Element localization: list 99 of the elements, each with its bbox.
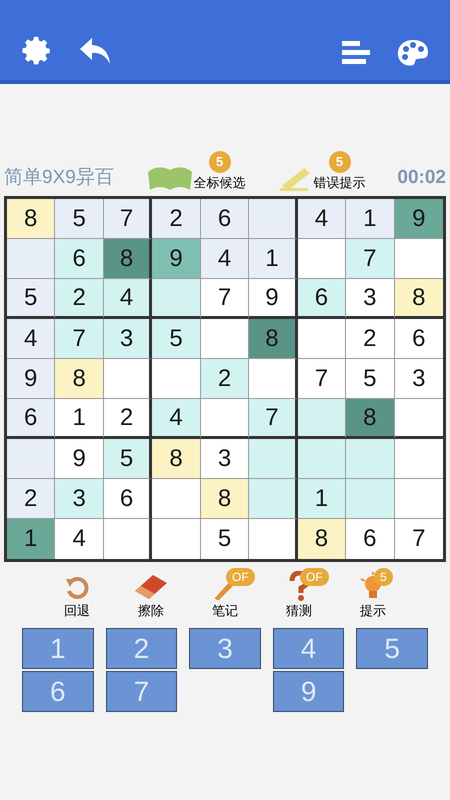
grid-cell[interactable]: 5 (152, 319, 201, 359)
grid-cell[interactable]: 6 (104, 479, 152, 519)
grid-cell[interactable]: 6 (55, 239, 104, 279)
grid-cell[interactable]: 8 (394, 279, 443, 319)
grid-cell[interactable]: 3 (200, 439, 250, 479)
grid-cell[interactable]: 8 (55, 359, 104, 399)
grid-cell[interactable]: 7 (104, 199, 152, 239)
count-badge: 5 (208, 150, 231, 172)
undo-icon (64, 574, 90, 600)
grid-cell[interactable]: 7 (394, 519, 443, 559)
grid-cell[interactable] (7, 239, 56, 279)
grid-cell[interactable]: 1 (298, 479, 346, 519)
grid-cell[interactable]: 2 (200, 359, 250, 399)
grid-cell[interactable]: 8 (298, 519, 346, 559)
grid-cell[interactable]: 7 (298, 359, 346, 399)
grid-cell[interactable] (249, 519, 298, 559)
grid-cell[interactable]: 4 (200, 239, 250, 279)
status-badge: OF (300, 568, 329, 586)
grid-cell[interactable]: 2 (104, 399, 152, 439)
grid-cell[interactable]: 3 (346, 279, 395, 319)
grid-cell[interactable]: 6 (346, 519, 395, 559)
grid-cell[interactable] (152, 279, 201, 319)
grid-cell[interactable] (200, 319, 250, 359)
puzzle-title: 简单9X9异百 (4, 166, 114, 190)
grid-cell[interactable]: 8 (104, 239, 152, 279)
grid-cell[interactable] (394, 479, 443, 519)
grid-cell[interactable]: 7 (346, 239, 395, 279)
grid-cell[interactable]: 9 (249, 279, 298, 319)
grid-cell[interactable] (298, 399, 346, 439)
tool-button[interactable]: 5 提示 (336, 570, 410, 620)
grid-cell[interactable]: 8 (249, 319, 298, 359)
tool-button[interactable]: OF 笔记 (188, 570, 262, 620)
grid-cell[interactable]: 5 (200, 519, 250, 559)
tool-button[interactable]: 回退 (40, 570, 114, 620)
grid-cell[interactable]: 3 (104, 319, 152, 359)
grid-cell[interactable]: 1 (7, 519, 56, 559)
grid-cell[interactable]: 8 (152, 439, 201, 479)
status-badge: OF (226, 568, 255, 586)
grid-cell[interactable] (346, 479, 395, 519)
grid-cell[interactable]: 4 (7, 319, 56, 359)
grid-cell[interactable] (394, 439, 443, 479)
grid-cell[interactable]: 4 (298, 199, 346, 239)
grid-cell[interactable]: 8 (7, 199, 56, 239)
grid-cell[interactable]: 5 (346, 359, 395, 399)
grid-cell[interactable]: 1 (55, 399, 104, 439)
timer: 00:02 (397, 166, 446, 190)
grid-cell[interactable]: 5 (104, 439, 152, 479)
bars-icon[interactable] (340, 39, 372, 67)
tool-label[interactable]: 全标候选 (194, 172, 246, 192)
grid-cell[interactable] (200, 399, 250, 439)
status-badge: 5 (374, 568, 393, 586)
grid-cell[interactable] (7, 439, 56, 479)
grid-cell[interactable]: 8 (200, 479, 250, 519)
grid-cell[interactable] (298, 319, 346, 359)
grid-cell[interactable]: 2 (152, 199, 201, 239)
grid-cell[interactable]: 9 (394, 199, 443, 239)
grid-cell[interactable]: 2 (7, 479, 56, 519)
grid-cell[interactable]: 4 (104, 279, 152, 319)
grid-cell[interactable] (249, 199, 298, 239)
back-arrow-icon[interactable] (78, 36, 112, 66)
grid-cell[interactable] (249, 479, 298, 519)
grid-cell[interactable] (152, 359, 201, 399)
grid-cell[interactable] (298, 239, 346, 279)
grid-cell[interactable]: 1 (346, 199, 395, 239)
grid-cell[interactable]: 4 (152, 399, 201, 439)
grid-cell[interactable]: 1 (249, 239, 298, 279)
palette-icon[interactable] (396, 38, 430, 68)
grid-cell[interactable]: 9 (55, 439, 104, 479)
grid-cell[interactable] (394, 239, 443, 279)
grid-cell[interactable] (152, 479, 201, 519)
grid-cell[interactable] (152, 519, 201, 559)
grid-cell[interactable]: 7 (200, 279, 250, 319)
tool-button[interactable]: OF 猜测 (262, 570, 336, 620)
grid-cell[interactable]: 7 (55, 319, 104, 359)
grid-cell[interactable] (249, 439, 298, 479)
grid-cell[interactable]: 2 (346, 319, 395, 359)
grid-cell[interactable]: 6 (298, 279, 346, 319)
grid-cell[interactable]: 4 (55, 519, 104, 559)
tool-button[interactable]: 擦除 (114, 570, 188, 620)
grid-cell[interactable]: 6 (200, 199, 250, 239)
grid-cell[interactable]: 9 (7, 359, 56, 399)
grid-cell[interactable]: 7 (249, 399, 298, 439)
grid-cell[interactable] (394, 399, 443, 439)
grid-cell[interactable]: 8 (346, 399, 395, 439)
tool-label[interactable]: 错误提示 (314, 172, 366, 192)
grid-cell[interactable]: 3 (394, 359, 443, 399)
grid-cell[interactable]: 9 (152, 239, 201, 279)
grid-cell[interactable]: 6 (394, 319, 443, 359)
grid-cell[interactable]: 6 (7, 399, 56, 439)
grid-cell[interactable]: 5 (55, 199, 104, 239)
grid-cell[interactable]: 3 (55, 479, 104, 519)
grid-cell[interactable]: 5 (7, 279, 56, 319)
grid-cell[interactable] (298, 439, 346, 479)
count-badge: 5 (328, 150, 351, 172)
grid-cell[interactable] (249, 359, 298, 399)
grid-cell[interactable] (346, 439, 395, 479)
grid-cell[interactable] (104, 519, 152, 559)
grid-cell[interactable] (104, 359, 152, 399)
grid-cell[interactable]: 2 (55, 279, 104, 319)
